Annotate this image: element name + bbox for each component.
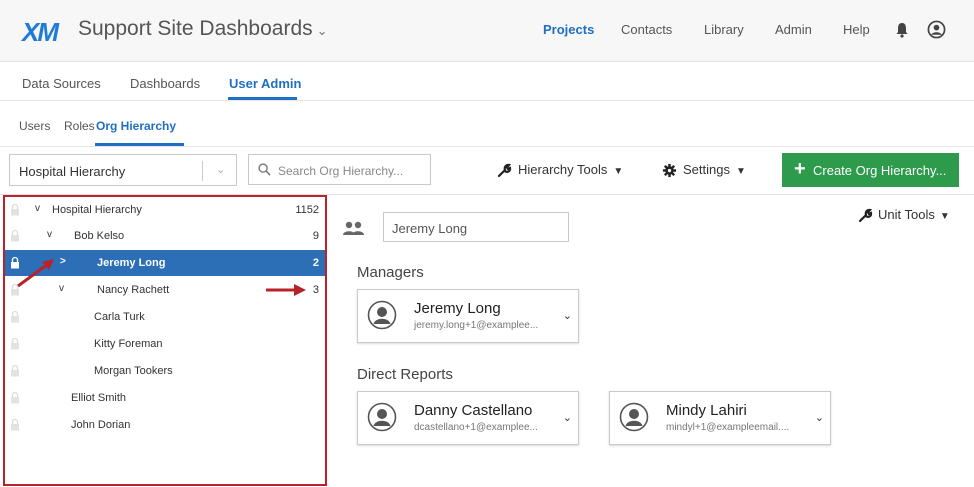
manager-name: Jeremy Long [414,300,501,317]
unit-name-input[interactable]: Jeremy Long [383,212,569,242]
tree-node-count: 1152 [295,204,319,216]
lock-icon [11,310,19,323]
tree-node-name: Kitty Foreman [94,338,163,350]
tree-row[interactable]: v Bob Kelso 9 [5,223,325,249]
tree-node-name: Jeremy Long [97,257,166,269]
tree-node-name: Nancy Rachett [97,284,170,296]
tab-data-sources[interactable]: Data Sources [22,76,101,91]
unit-name-value: Jeremy Long [392,221,468,236]
chevron-down-icon: ⌄ [316,23,328,38]
search-placeholder: Search Org Hierarchy... [278,164,404,178]
direct-report-name: Danny Castellano [414,402,533,419]
settings-label: Settings [683,162,730,177]
tree-row[interactable]: v Hospital Hierarchy 1152 [5,197,325,223]
tree-node-count: 2 [312,257,319,269]
tree-row[interactable]: Carla Turk [5,304,325,330]
tree-node-name: John Dorian [71,419,131,431]
nav-contacts[interactable]: Contacts [621,22,672,37]
nav-admin[interactable]: Admin [775,22,812,37]
direct-report-card[interactable]: Mindy Lahiri mindyl+1@exampleemail.... ⌄ [609,391,831,445]
tab-user-admin[interactable]: User Admin [229,76,301,91]
manager-card[interactable]: Jeremy Long jeremy.long+1@examplee... ⌄ [357,289,579,343]
lock-icon [11,391,19,404]
direct-reports-heading: Direct Reports [357,366,453,383]
group-icon [343,221,364,235]
project-title: Support Site Dashboards [78,17,313,40]
search-org-hierarchy[interactable]: Search Org Hierarchy... [248,154,431,185]
tree-node-count: 3 [312,284,319,296]
chevron-down-icon[interactable]: ⌄ [563,411,572,424]
direct-report-card[interactable]: Danny Castellano dcastellano+1@examplee.… [357,391,579,445]
tab-roles[interactable]: Roles [64,119,95,133]
annotation-arrow-icon [17,259,54,288]
unit-tools-button[interactable]: Unit Tools ▼ [858,207,950,223]
nav-projects[interactable]: Projects [543,22,594,37]
create-org-hierarchy-button[interactable]: + Create Org Hierarchy... [782,153,959,187]
lock-icon [11,364,19,377]
tree-node-name: Elliot Smith [71,392,127,404]
avatar-icon [367,300,397,330]
gear-icon [662,164,677,178]
chevron-down-icon: ▼ [735,166,746,177]
direct-report-email: mindyl+1@exampleemail.... [666,422,790,433]
tree-node-count: 9 [312,230,319,242]
hierarchy-select-value: Hospital Hierarchy [19,164,126,179]
active-tab-underline [228,97,297,100]
manager-email: jeremy.long+1@examplee... [414,320,539,331]
expand-caret-icon[interactable]: v [35,203,40,214]
top-bar: XM Support Site Dashboards ⌄ Projects Con… [0,0,974,62]
user-account-icon[interactable] [927,20,946,39]
nav-library[interactable]: Library [704,22,744,37]
chevron-down-icon: ▼ [939,211,950,222]
hierarchy-tools-label: Hierarchy Tools [518,162,608,177]
secondary-tabs: Users Roles Org Hierarchy [0,101,974,147]
settings-button[interactable]: Settings ▼ [662,162,746,178]
search-icon [258,163,271,176]
direct-report-email: dcastellano+1@examplee... [414,422,538,433]
project-switcher[interactable]: Support Site Dashboards ⌄ [78,17,328,41]
annotation-arrow-icon [266,284,306,296]
xm-logo[interactable]: XM [22,17,59,48]
expand-caret-icon[interactable]: v [47,229,52,240]
nav-help[interactable]: Help [843,22,870,37]
primary-tabs: Data Sources Dashboards User Admin [0,63,974,101]
tree-row[interactable]: Morgan Tookers [5,358,325,384]
create-org-hierarchy-label: Create Org Hierarchy... [813,163,947,178]
org-hierarchy-tree: v Hospital Hierarchy 1152 v Bob Kelso 9 … [3,195,327,486]
managers-heading: Managers [357,264,424,281]
lock-icon [11,418,19,431]
lock-icon [11,337,19,350]
tree-node-name: Bob Kelso [74,230,125,242]
tree-node-name: Carla Turk [94,311,145,323]
direct-report-name: Mindy Lahiri [666,402,747,419]
unit-tools-label: Unit Tools [878,207,935,222]
tree-row[interactable]: John Dorian [5,412,325,438]
tab-dashboards[interactable]: Dashboards [130,76,200,91]
chevron-down-icon[interactable]: ⌄ [563,309,572,322]
hierarchy-tools-button[interactable]: Hierarchy Tools ▼ [497,162,623,178]
expand-caret-icon[interactable]: > [60,256,66,267]
wrench-icon [858,208,873,223]
tree-node-name: Morgan Tookers [94,365,173,377]
select-divider [202,161,203,181]
tree-node-name: Hospital Hierarchy [52,204,142,216]
chevron-down-icon: ⌄ [216,164,226,176]
tree-row[interactable]: Elliot Smith [5,385,325,411]
avatar-icon [619,402,649,432]
chevron-down-icon: ▼ [613,166,624,177]
plus-icon: + [794,158,806,180]
chevron-down-icon[interactable]: ⌄ [815,411,824,424]
lock-icon [11,203,19,216]
expand-caret-icon[interactable]: v [59,283,64,294]
avatar-icon [367,402,397,432]
hierarchy-select[interactable]: Hospital Hierarchy ⌄ [9,154,237,186]
bell-icon[interactable] [895,22,909,38]
tab-org-hierarchy[interactable]: Org Hierarchy [96,119,176,133]
wrench-icon [497,163,512,178]
tab-users[interactable]: Users [19,119,50,133]
active-subtab-underline [95,143,184,146]
tree-row[interactable]: Kitty Foreman [5,331,325,357]
lock-icon [11,229,19,242]
